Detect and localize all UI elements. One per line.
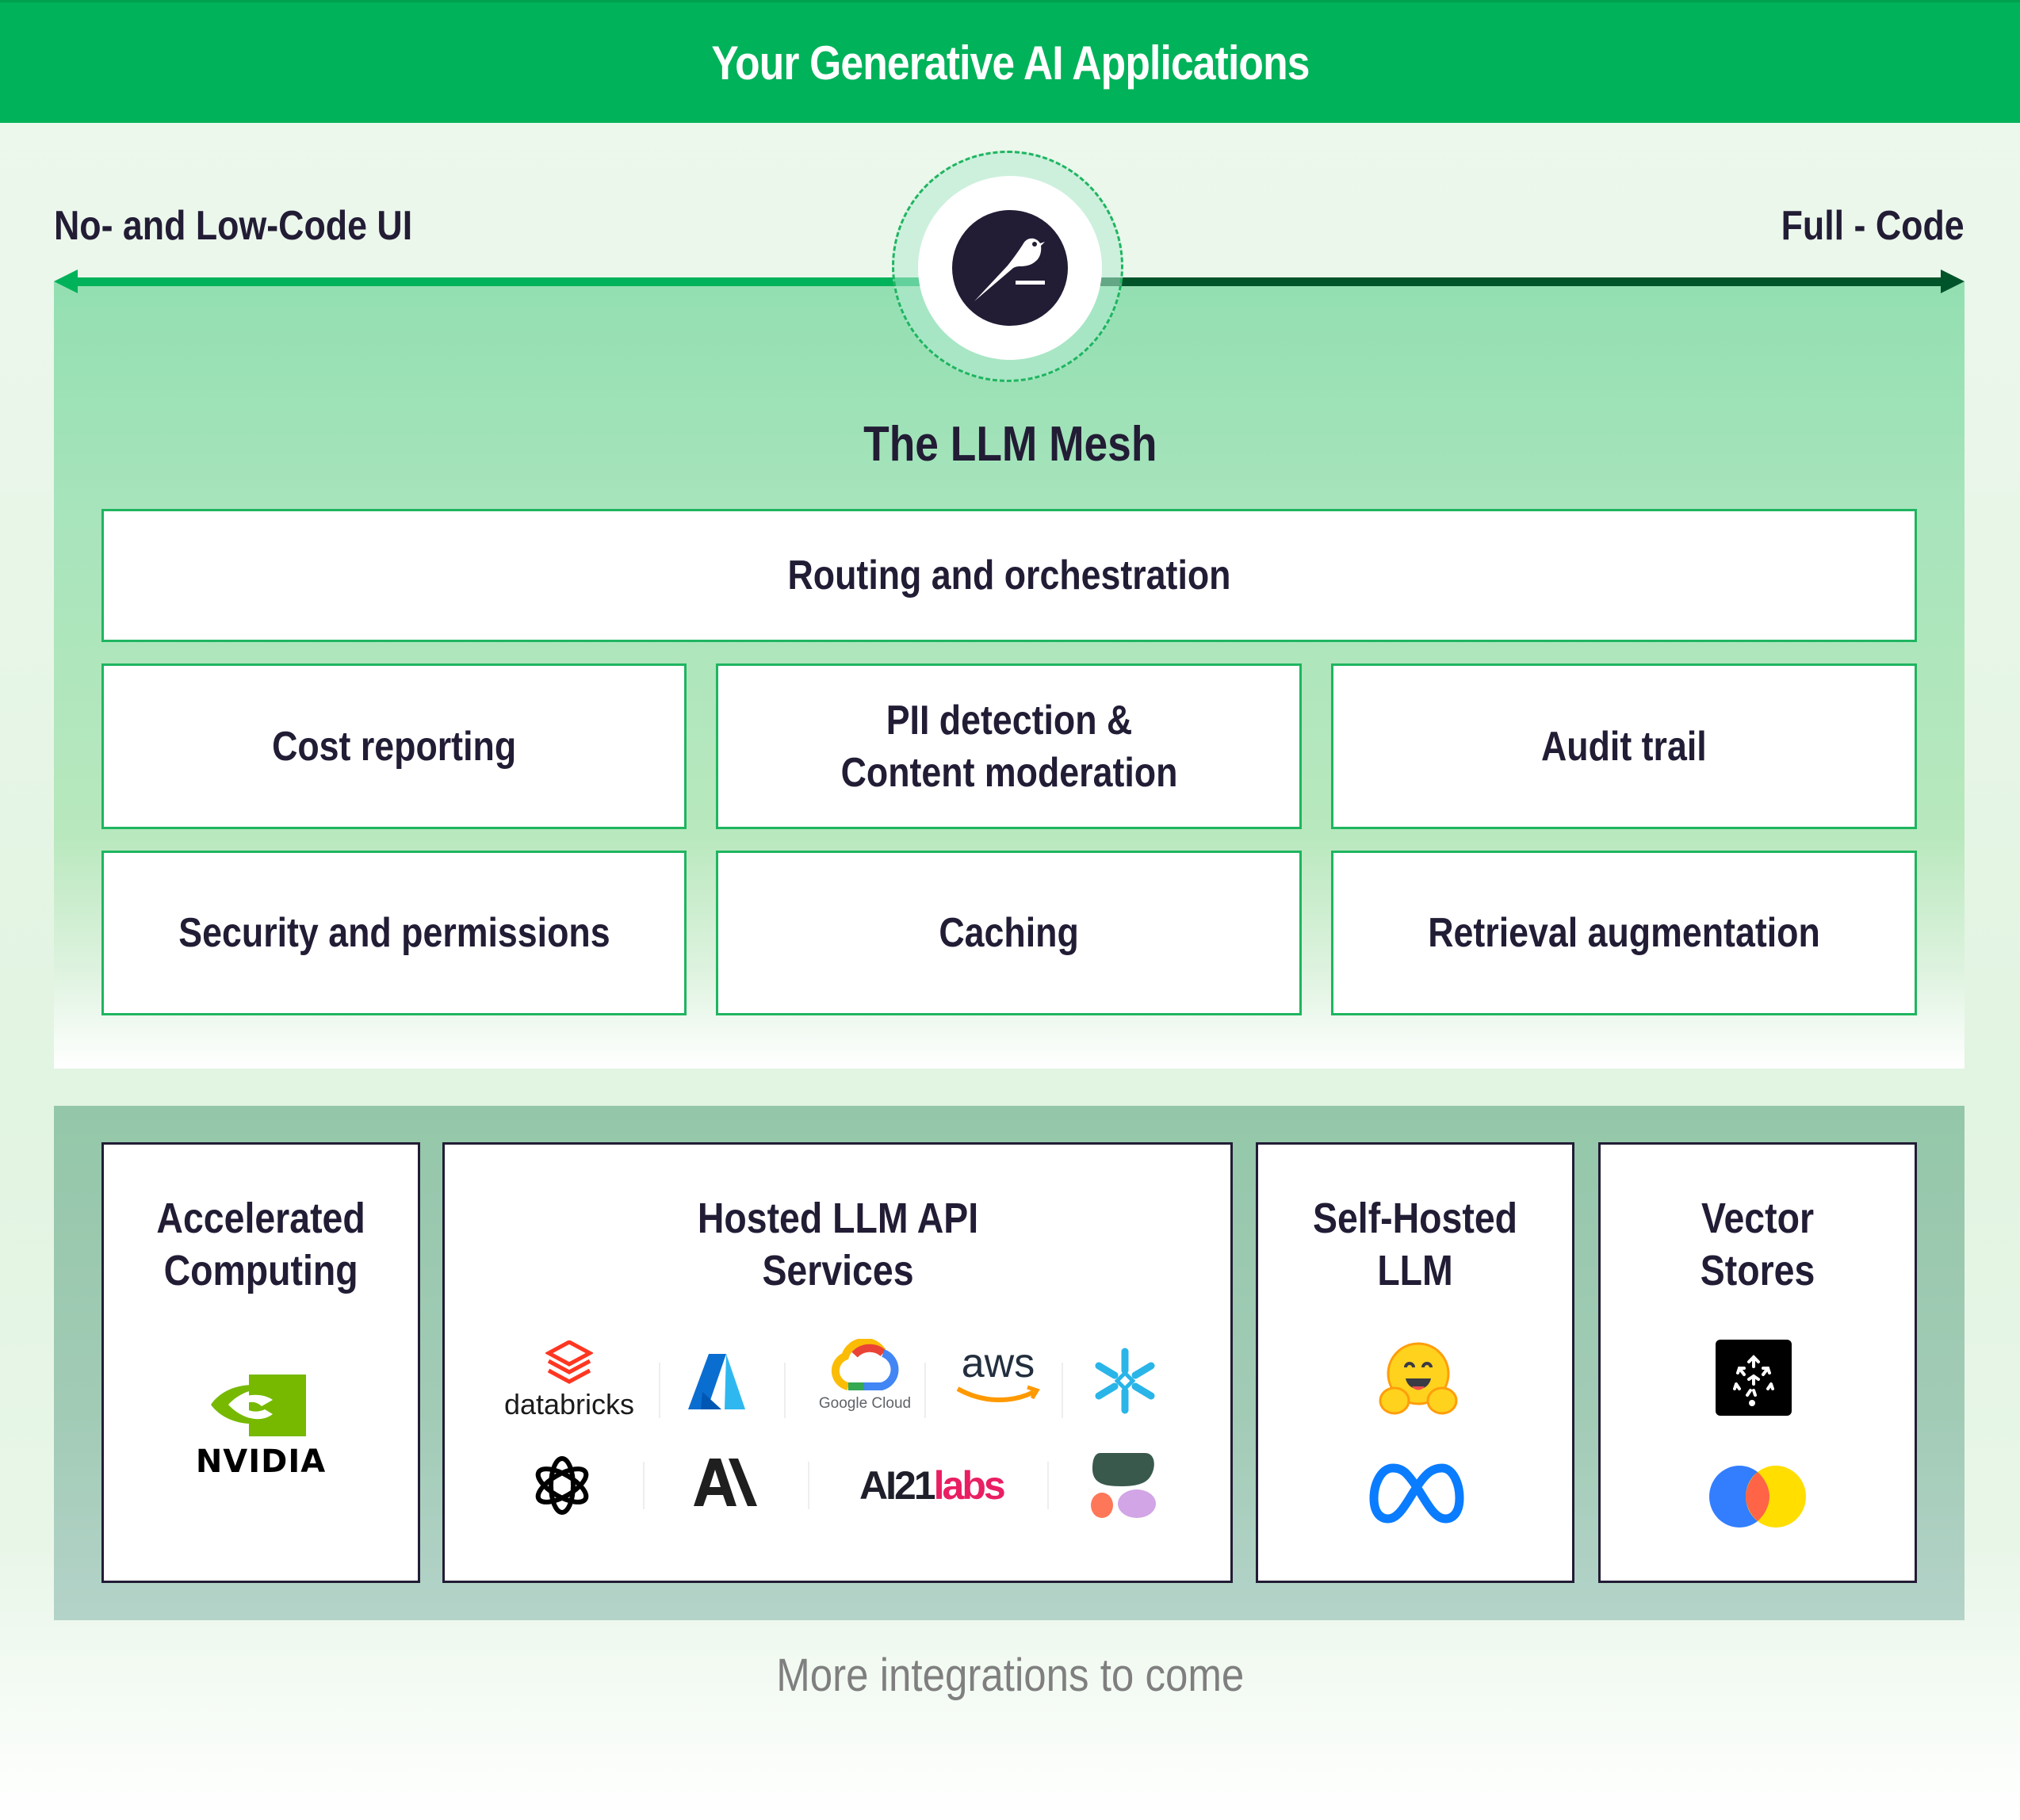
- meta-logo: [1369, 1462, 1464, 1529]
- logo-divider: [1062, 1363, 1063, 1418]
- ai21-labs-logo: AI21labs: [859, 1463, 1006, 1508]
- retrieval-augmentation-box: Retrieval augmentation: [1331, 851, 1917, 1015]
- header-title: Your Generative AI Applications: [710, 36, 1310, 90]
- pii-moderation-box: PII detection & Content moderation: [716, 663, 1302, 829]
- cohere-logo: [1089, 1451, 1156, 1522]
- cost-reporting-box: Cost reporting: [101, 663, 687, 829]
- category-title: Accelerated Computing: [156, 1195, 365, 1294]
- spectrum-arrow-right: [1067, 277, 1947, 286]
- mesh-title: The LLM Mesh: [863, 417, 1157, 472]
- self-hosted-llm-box: Self-Hosted LLM: [1256, 1142, 1574, 1583]
- security-box: Security and permissions: [101, 851, 687, 1015]
- logo-divider: [659, 1363, 660, 1418]
- vector-stores-box: Vector Stores: [1598, 1142, 1917, 1583]
- hosted-llm-api-box: Hosted LLM API Services databricks Googl…: [442, 1142, 1233, 1583]
- caching-box: Caching: [716, 851, 1302, 1015]
- low-code-label: No- and Low-Code UI: [54, 203, 413, 249]
- anthropic-logo: [692, 1459, 759, 1510]
- logo-divider: [924, 1363, 926, 1418]
- openai-logo: [530, 1454, 594, 1521]
- pinecone-logo: [1716, 1340, 1792, 1416]
- databricks-logo: databricks: [494, 1340, 645, 1420]
- header-banner: Your Generative AI Applications: [0, 0, 2020, 123]
- chroma-logo: [1708, 1464, 1808, 1533]
- arrow-right-icon: [1941, 270, 1965, 293]
- azure-logo: [687, 1352, 747, 1415]
- dataiku-bird-icon: [952, 210, 1068, 326]
- google-cloud-logo: Google Cloud: [801, 1337, 928, 1413]
- nvidia-logo: NVIDIA: [104, 1375, 418, 1480]
- aws-logo: aws: [947, 1343, 1050, 1409]
- logo-divider: [643, 1462, 645, 1509]
- logo-divider: [784, 1363, 786, 1418]
- accelerated-computing-box: Accelerated Computing NVIDIA: [101, 1142, 420, 1583]
- hugging-face-logo: [1377, 1339, 1460, 1422]
- spectrum-arrow-left: [73, 277, 953, 286]
- full-code-label: Full - Code: [1781, 203, 1965, 249]
- category-title: Hosted LLM API Services: [697, 1195, 978, 1294]
- category-title: Vector Stores: [1700, 1195, 1815, 1294]
- logo-divider: [808, 1462, 809, 1509]
- category-title: Self-Hosted LLM: [1312, 1195, 1518, 1294]
- logo-divider: [1047, 1462, 1049, 1509]
- audit-trail-box: Audit trail: [1331, 663, 1917, 829]
- arrow-left-icon: [54, 270, 78, 293]
- routing-box: Routing and orchestration: [101, 509, 1917, 642]
- footer-note: More integrations to come: [775, 1650, 1245, 1701]
- snowflake-logo: [1091, 1347, 1162, 1419]
